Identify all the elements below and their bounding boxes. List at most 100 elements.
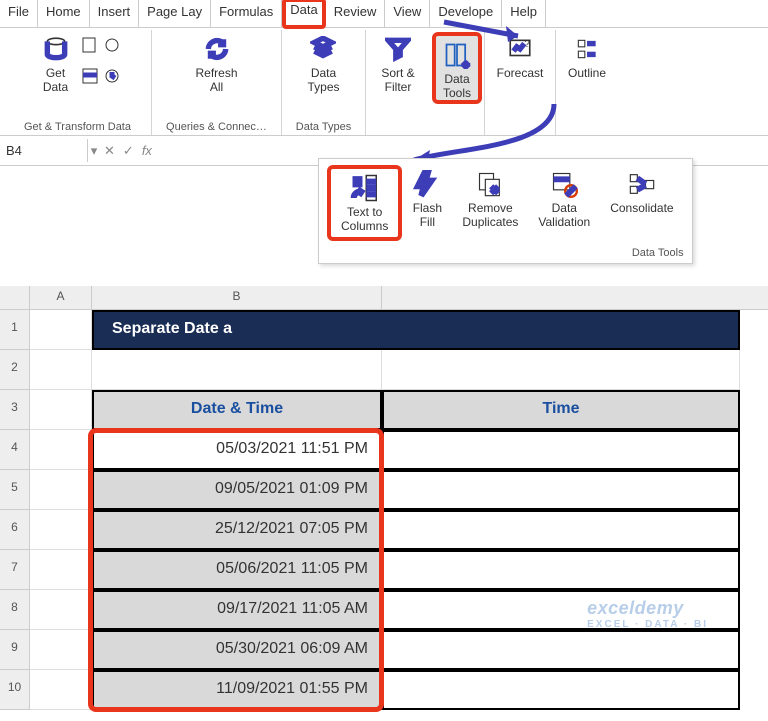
menu-developer[interactable]: Develope [430,0,502,27]
from-table-icon[interactable] [81,67,99,85]
watermark-brand: exceldemy [587,598,684,618]
time-cell[interactable] [382,510,740,550]
data-tools-button[interactable]: Data Tools [432,32,482,104]
flash-fill-label: Flash Fill [413,201,442,229]
header-date-time[interactable]: Date & Time [92,390,382,430]
ribbon-group-queries: Refresh All Queries & Connec… [152,30,282,135]
menu-view[interactable]: View [385,0,430,27]
table-row: 4 05/03/2021 11:51 PM [0,430,768,470]
forecast-icon: ? [505,34,535,64]
ribbon: Get Data Get & Transform Data Refresh Al… [0,28,768,136]
refresh-all-label: Refresh All [195,66,237,94]
from-web-icon[interactable] [103,36,121,54]
remove-duplicates-button[interactable]: Remove Duplicates [452,165,528,241]
forecast-button[interactable]: ? Forecast [491,30,550,80]
consolidate-button[interactable]: Consolidate [600,165,683,241]
menu-data[interactable]: Data [282,0,325,29]
cell[interactable] [30,550,92,590]
subribbon-group-label: Data Tools [632,247,684,259]
cell[interactable] [30,350,92,390]
menu-bar: File Home Insert Page Lay Formulas Data … [0,0,768,28]
header-time[interactable]: Time [382,390,740,430]
cancel-icon[interactable]: ✕ [100,143,119,159]
menu-insert[interactable]: Insert [90,0,140,27]
datetime-cell[interactable]: 09/05/2021 01:09 PM [92,470,382,510]
refresh-icon [202,34,232,64]
row-header[interactable]: 10 [0,670,30,710]
data-validation-button[interactable]: Data Validation [528,165,600,241]
time-cell[interactable] [382,630,740,670]
cell[interactable] [30,390,92,430]
cell[interactable] [30,430,92,470]
row-header[interactable]: 6 [0,510,30,550]
enter-icon[interactable]: ✓ [119,143,138,159]
data-types-label: Data Types [307,66,339,94]
row-header[interactable]: 9 [0,630,30,670]
sort-filter-label: Sort & Filter [381,66,414,94]
table-row: 5 09/05/2021 01:09 PM [0,470,768,510]
col-header-a[interactable]: A [30,286,92,309]
data-tools-label: Data Tools [443,72,471,100]
flash-fill-button[interactable]: Flash Fill [402,165,452,241]
row-header[interactable]: 1 [0,310,30,350]
column-headers: A B [0,286,768,310]
table-row: 3 Date & Time Time [0,390,768,430]
time-cell[interactable] [382,670,740,710]
cell[interactable] [30,630,92,670]
fx-icon[interactable]: fx [138,143,156,158]
refresh-all-button[interactable]: Refresh All [189,30,243,94]
cell[interactable] [92,350,382,390]
row-header[interactable]: 4 [0,430,30,470]
ribbon-group-outline: Outline [556,30,618,135]
database-icon [41,34,71,64]
menu-formulas[interactable]: Formulas [211,0,282,27]
datetime-cell[interactable]: 05/06/2021 11:05 PM [92,550,382,590]
get-data-button[interactable]: Get Data [35,30,77,94]
time-cell[interactable] [382,550,740,590]
table-row: 2 [0,350,768,390]
cell[interactable] [30,470,92,510]
cell[interactable] [30,670,92,710]
menu-review[interactable]: Review [326,0,386,27]
name-box[interactable]: B4 [0,139,88,162]
data-tools-popout: Text to Columns Flash Fill Remove Duplic… [318,158,693,264]
title-cell[interactable]: Separate Date a [92,310,740,350]
time-cell[interactable] [382,430,740,470]
datetime-cell[interactable]: 25/12/2021 07:05 PM [92,510,382,550]
data-tools-icon [442,40,472,70]
text-to-columns-button[interactable]: Text to Columns [327,165,402,241]
data-types-button[interactable]: Data Types [301,30,345,94]
menu-file[interactable]: File [0,0,38,27]
remove-duplicates-label: Remove Duplicates [462,201,518,229]
ribbon-group-datatypes: Data Types Data Types [282,30,366,135]
row-header[interactable]: 7 [0,550,30,590]
datetime-cell[interactable]: 09/17/2021 11:05 AM [92,590,382,630]
row-header[interactable]: 3 [0,390,30,430]
svg-text:?: ? [524,39,530,50]
cell[interactable] [30,310,92,350]
datetime-cell[interactable]: 11/09/2021 01:55 PM [92,670,382,710]
recent-sources-icon[interactable] [103,67,121,85]
select-all-corner[interactable] [0,286,30,309]
row-header[interactable]: 5 [0,470,30,510]
from-text-icon[interactable] [81,36,99,54]
datetime-cell[interactable]: 05/03/2021 11:51 PM [92,430,382,470]
consolidate-icon [627,169,657,199]
flash-fill-icon [412,169,442,199]
col-header-b[interactable]: B [92,286,382,309]
name-box-dropdown-icon[interactable]: ▾ [88,143,100,159]
cell[interactable] [30,590,92,630]
spreadsheet: A B 1 Separate Date a 2 3 Date & Time Ti… [0,286,768,710]
menu-home[interactable]: Home [38,0,90,27]
datetime-cell[interactable]: 05/30/2021 06:09 AM [92,630,382,670]
menu-help[interactable]: Help [502,0,546,27]
outline-button[interactable]: Outline [562,30,612,80]
row-header[interactable]: 8 [0,590,30,630]
time-cell[interactable] [382,470,740,510]
sort-filter-button[interactable]: Sort & Filter [375,30,420,94]
cell[interactable] [382,350,740,390]
row-header[interactable]: 2 [0,350,30,390]
menu-page-layout[interactable]: Page Lay [139,0,211,27]
get-data-label: Get Data [43,66,68,94]
cell[interactable] [30,510,92,550]
